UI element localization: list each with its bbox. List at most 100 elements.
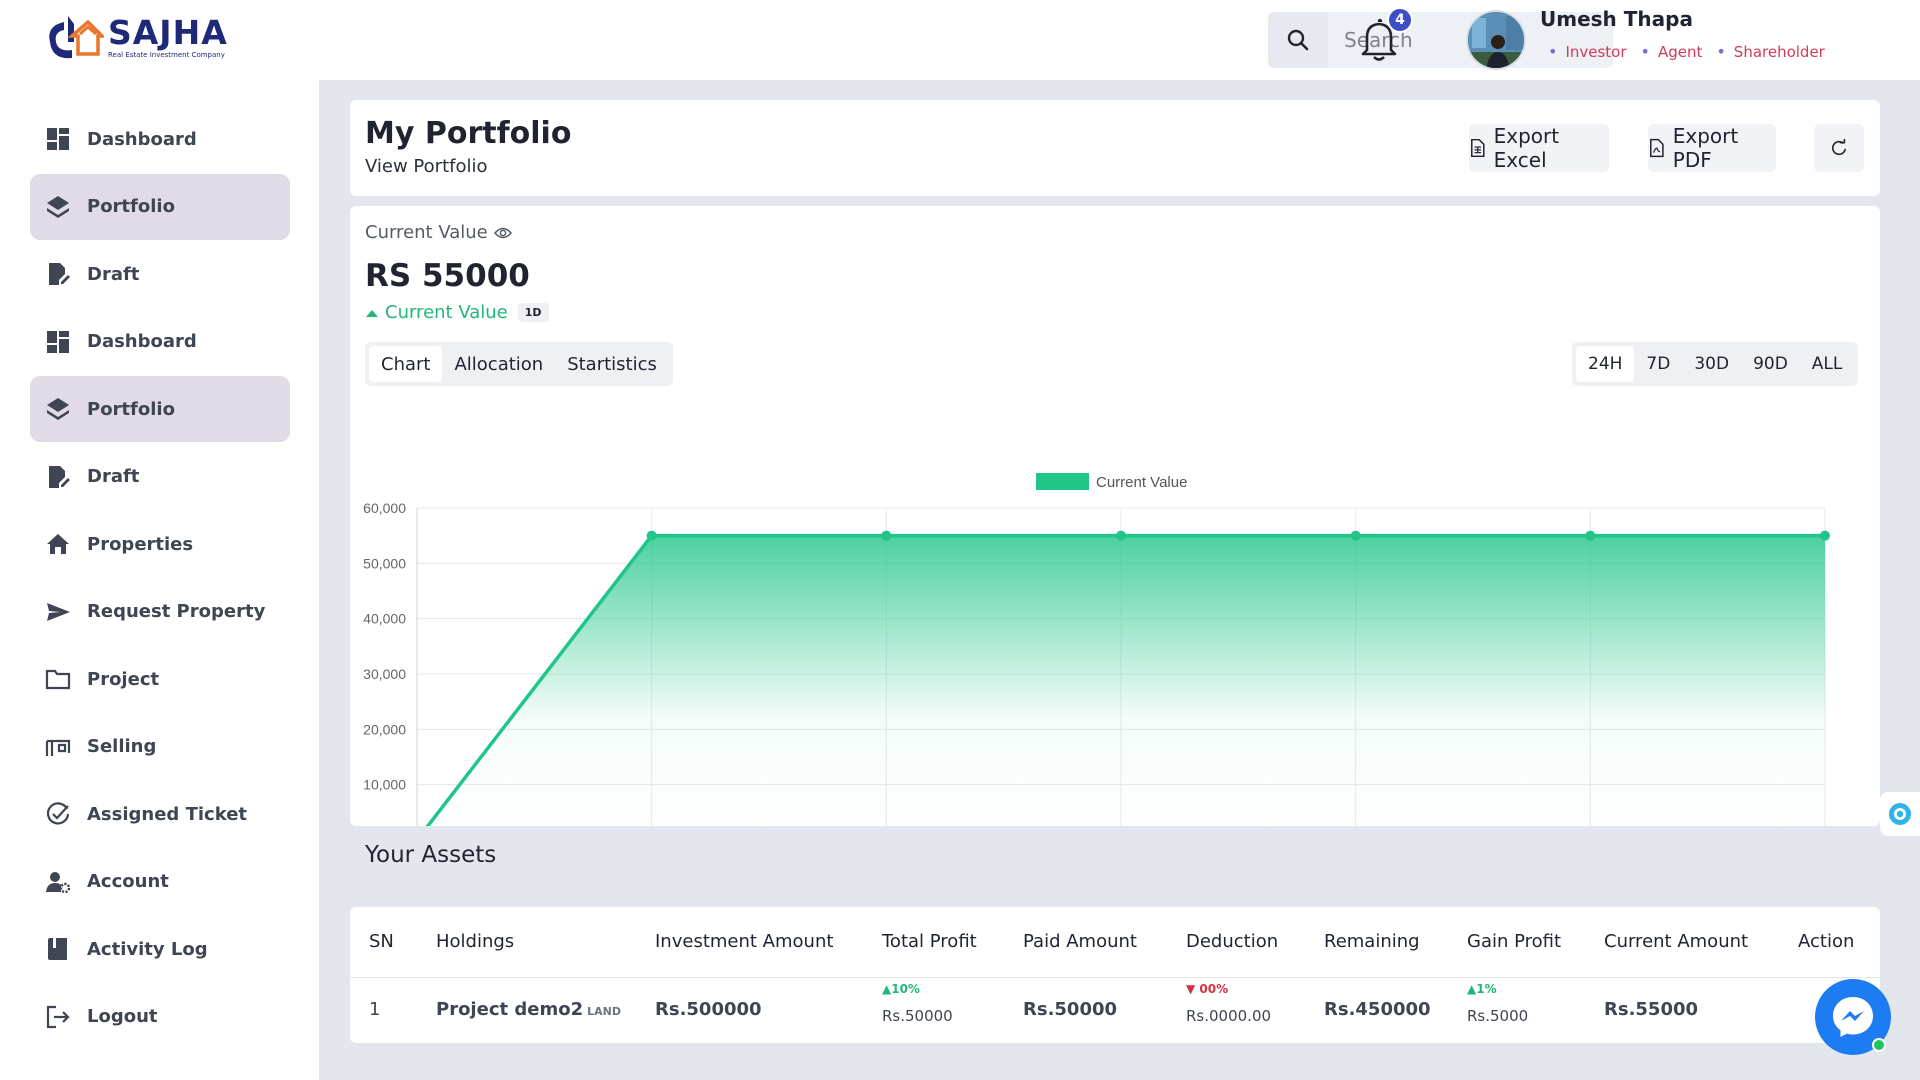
eye-icon[interactable]: [493, 226, 512, 240]
gain-profit-change: ▲1%: [1467, 982, 1497, 996]
excel-file-icon: [1471, 138, 1485, 158]
page-title: My Portfolio: [365, 116, 572, 151]
column-header-holdings: Holdings: [436, 931, 515, 952]
column-header-action: Action: [1798, 931, 1855, 952]
sidebar-item-label: Dashboard: [87, 128, 197, 150]
page-subtitle: View Portfolio: [365, 156, 488, 177]
sidebar-item-selling[interactable]: Selling: [30, 714, 290, 780]
logo-mark-icon: [49, 16, 104, 59]
folder-icon: [44, 665, 72, 693]
view-tabs: Chart Allocation Startistics: [365, 342, 673, 386]
sidebar-item-label: Properties: [87, 533, 194, 555]
data-point: [1116, 530, 1126, 541]
total-profit-change: ▲10%: [882, 982, 920, 996]
range-all[interactable]: ALL: [1800, 346, 1855, 382]
user-avatar[interactable]: [1466, 10, 1526, 70]
cell-investment: Rs.500000: [655, 999, 762, 1020]
chat-bubble-icon: [1889, 803, 1911, 825]
sidebar-item-project[interactable]: Project: [30, 646, 290, 712]
legend-swatch: [1036, 473, 1089, 490]
sidebar-item-dashboard[interactable]: Dashboard: [30, 106, 290, 172]
floating-widget-button[interactable]: [1880, 792, 1920, 836]
sidebar-item-portfolio[interactable]: Portfolio: [30, 376, 290, 442]
column-header-paid-amount: Paid Amount: [1023, 931, 1137, 952]
time-range-selector: 24H 7D 30D 90D ALL: [1572, 342, 1859, 386]
legend-label: Current Value: [1096, 474, 1187, 491]
sidebar-item-dashboard[interactable]: Dashboard: [30, 309, 290, 375]
data-point: [1350, 530, 1361, 541]
change-label: Current Value: [385, 302, 508, 323]
draft-icon: [44, 260, 72, 288]
sidebar-item-label: Logout: [87, 1006, 158, 1027]
data-point: [1820, 530, 1830, 541]
deduction-change-value: 00%: [1199, 982, 1229, 996]
brand-logo[interactable]: SAJHA Real Estate Investment Company: [42, 12, 252, 64]
portfolio-area-chart: 010,00020,00030,00040,00050,00060,000-3:…: [363, 473, 1830, 826]
book-icon: [44, 935, 72, 963]
range-30d[interactable]: 30D: [1682, 346, 1741, 382]
cell-remaining: Rs.450000: [1324, 999, 1431, 1020]
refresh-icon: [1832, 139, 1847, 156]
sidebar-item-logout[interactable]: Logout: [30, 984, 290, 1050]
export-excel-label: Export Excel: [1493, 124, 1560, 172]
export-excel-button[interactable]: Export Excel: [1469, 124, 1609, 172]
current-value-amount: RS 55000: [365, 258, 530, 294]
tab-chart[interactable]: Chart: [369, 346, 443, 382]
search-button[interactable]: [1268, 12, 1328, 68]
sign-icon: [44, 733, 72, 761]
brand-tagline: Real Estate Investment Company: [108, 51, 225, 59]
tab-allocation[interactable]: Allocation: [442, 346, 555, 382]
user-name[interactable]: Umesh Thapa: [1540, 7, 1693, 31]
sidebar-item-draft[interactable]: Draft: [30, 241, 290, 307]
series-area: [427, 535, 1825, 826]
export-pdf-label: Export PDF: [1672, 124, 1739, 172]
sidebar-item-request-property[interactable]: Request Property: [30, 579, 290, 645]
range-7d[interactable]: 7D: [1634, 346, 1682, 382]
user-role-badge: Agent: [1641, 42, 1702, 61]
assets-table: SN Holdings Investment Amount Total Profit P…: [350, 907, 1880, 1043]
logout-icon: [44, 1003, 72, 1031]
sidebar-item-label: Project: [87, 668, 160, 690]
user-role-badge: Investor: [1548, 42, 1626, 61]
check-circle-icon: [44, 800, 72, 828]
sidebar-item-label: Request Property: [87, 601, 266, 622]
cell-total-profit: Rs.50000: [882, 1007, 953, 1025]
sidebar-item-draft[interactable]: Draft: [30, 444, 290, 510]
column-header-total-profit: Total Profit: [882, 931, 977, 952]
holding-name: Project demo2: [436, 999, 584, 1020]
cell-sn: 1: [369, 999, 381, 1020]
online-status-dot: [1872, 1038, 1886, 1052]
current-value-change: Current Value 1D: [365, 302, 549, 323]
range-24h[interactable]: 24H: [1576, 346, 1635, 382]
range-90d[interactable]: 90D: [1741, 346, 1800, 382]
sidebar-item-label: Selling: [87, 736, 157, 757]
portfolio-chart-card: Current Value RS 55000 Current Value 1D …: [350, 206, 1880, 826]
sidebar-item-account[interactable]: Account: [30, 849, 290, 915]
sidebar-item-label: Activity Log: [87, 938, 208, 960]
sidebar-item-properties[interactable]: Properties: [30, 511, 290, 577]
sidebar-item-label: Dashboard: [87, 331, 197, 352]
layers-icon: [44, 395, 72, 423]
total-profit-change-value: 10%: [891, 982, 920, 996]
search-icon: [1287, 29, 1309, 51]
draft-icon: [44, 463, 72, 491]
data-point: [881, 530, 892, 541]
column-header-investment-amount: Investment Amount: [655, 931, 834, 952]
period-badge: 1D: [517, 303, 549, 322]
y-tick-label: 10,000: [363, 777, 406, 793]
data-point: [1585, 530, 1596, 541]
cell-holding[interactable]: Project demo2 LAND: [436, 999, 621, 1020]
sidebar: SAJHA Real Estate Investment Company Das…: [0, 0, 319, 1080]
refresh-button[interactable]: [1814, 124, 1864, 172]
cell-deduction: Rs.0000.00: [1186, 1007, 1272, 1025]
sidebar-item-label: Portfolio: [87, 196, 175, 217]
table-divider: [350, 977, 1880, 978]
column-header-deduction: Deduction: [1186, 931, 1279, 952]
tab-startistics[interactable]: Startistics: [555, 346, 669, 382]
column-header-sn: SN: [369, 931, 394, 952]
export-pdf-button[interactable]: Export PDF: [1648, 124, 1776, 172]
sidebar-item-label: Draft: [87, 263, 140, 285]
sidebar-item-activity-log[interactable]: Activity Log: [30, 916, 290, 982]
sidebar-item-assigned-ticket[interactable]: Assigned Ticket: [30, 781, 290, 847]
sidebar-item-portfolio[interactable]: Portfolio: [30, 173, 290, 240]
